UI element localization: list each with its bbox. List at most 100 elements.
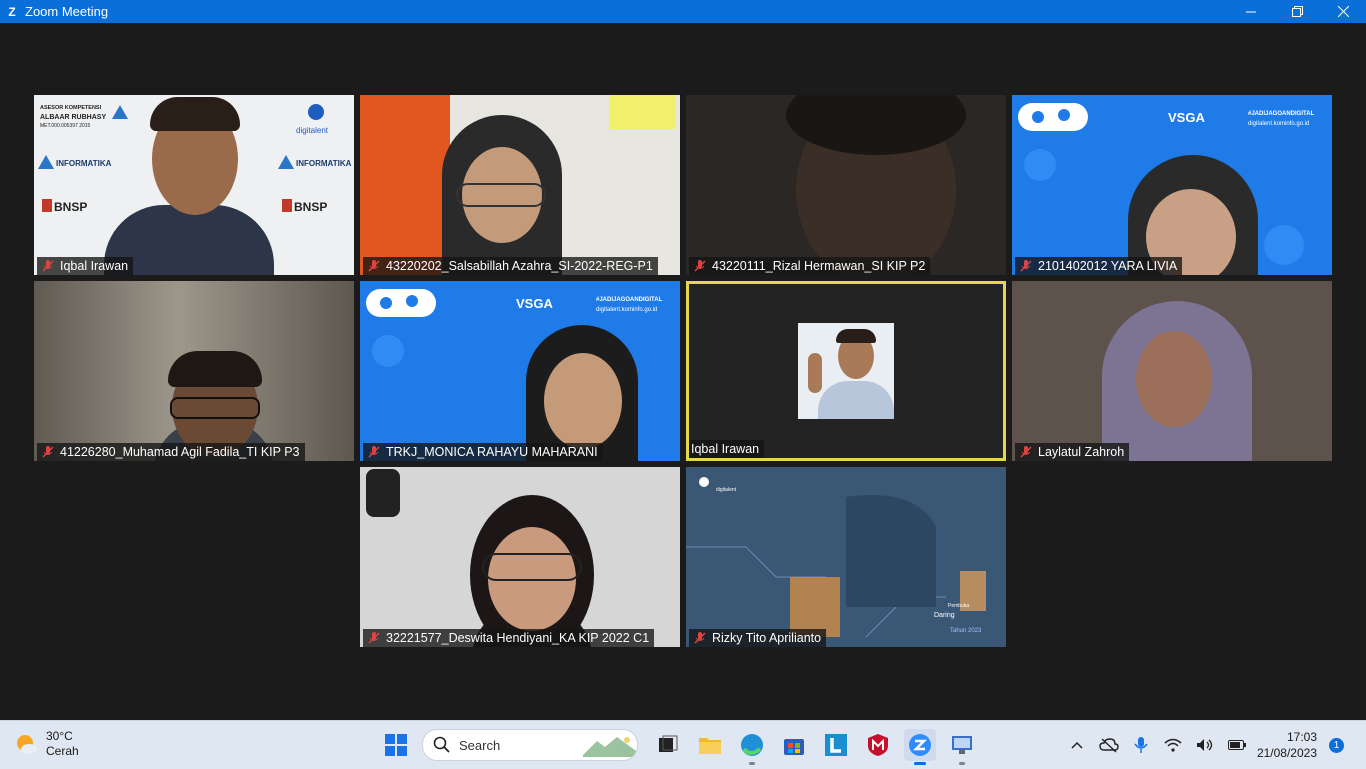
store-button[interactable] — [778, 729, 810, 761]
l-app-icon — [825, 734, 847, 756]
clock-date: 21/08/2023 — [1256, 746, 1317, 760]
video-tile[interactable]: Laylatul Zahroh — [1012, 281, 1332, 461]
close-icon — [1337, 6, 1349, 17]
microphone-button[interactable] — [1129, 733, 1153, 757]
notification-badge[interactable]: 1 — [1329, 737, 1344, 753]
muted-mic-icon — [368, 446, 380, 458]
video-tile[interactable]: 43220111_Rizal Hermawan_SI KIP P2 — [686, 95, 1006, 275]
muted-mic-icon — [1020, 446, 1032, 458]
participant-video — [34, 95, 354, 275]
muted-mic-icon — [694, 260, 706, 272]
taskbar: 30°C Cerah Search 17:03 21/08/2023 1 — [0, 720, 1366, 769]
participant-name-label: 32221577_Deswita Hendiyani_KA KIP 2022 C… — [363, 629, 655, 647]
video-tile[interactable]: digitalent Pembuka Daring Tahun 2023 Riz… — [686, 467, 1006, 647]
participant-name-label: 43220111_Rizal Hermawan_SI KIP P2 — [689, 257, 931, 275]
window-controls — [1228, 0, 1366, 23]
search-placeholder: Search — [459, 737, 501, 753]
video-tile[interactable]: VSGA #JADIJAGOANDIGITAL digitalent.komin… — [360, 281, 680, 461]
profile-photo — [798, 323, 894, 419]
participant-name-label: 43220202_Salsabillah Azahra_SI-2022-REG-… — [363, 257, 658, 275]
taskbar-apps: Search — [380, 729, 988, 765]
active-speaker-tile[interactable]: Iqbal Irawan — [686, 281, 1006, 461]
onedrive-button[interactable] — [1097, 733, 1121, 757]
branded-background: digitalent Pembuka Daring Tahun 2023 — [686, 467, 1006, 647]
weather-temp: 30°C — [46, 729, 73, 743]
participant-video — [360, 95, 680, 275]
task-view-button[interactable] — [652, 729, 684, 761]
participant-name-label: Rizky Tito Aprilianto — [689, 629, 827, 647]
participant-name: 43220202_Salsabillah Azahra_SI-2022-REG-… — [386, 259, 653, 273]
glasses — [456, 183, 546, 207]
muted-mic-icon — [42, 446, 54, 458]
volume-button[interactable] — [1193, 733, 1217, 757]
participant-name: 2101402012 YARA LIVIA — [1038, 259, 1178, 273]
participant-name-label: Laylatul Zahroh — [1015, 443, 1130, 461]
zoom-button[interactable] — [904, 729, 936, 765]
minimize-button[interactable] — [1228, 0, 1274, 23]
video-tile[interactable]: 41226280_Muhamad Agil Fadila_TI KIP P3 — [34, 281, 354, 461]
participant-name: Iqbal Irawan — [60, 259, 129, 273]
search-highlight-icon — [583, 737, 637, 757]
clock-time: 17:03 — [1286, 730, 1317, 744]
digitalent-text: digitalent — [716, 487, 737, 493]
participant-name: TRKJ_MONICA RAHAYU MAHARANI — [386, 445, 598, 459]
glasses — [482, 553, 582, 581]
start-button[interactable] — [380, 729, 412, 761]
wifi-icon — [1164, 738, 1182, 752]
window-title: Zoom Meeting — [25, 4, 109, 19]
participant-name-label: Iqbal Irawan — [37, 257, 134, 275]
running-indicator — [959, 762, 965, 765]
participant-video — [1012, 95, 1332, 275]
event-line-2: Daring — [934, 612, 955, 619]
weather-condition: Cerah — [46, 744, 79, 758]
wifi-button[interactable] — [1161, 733, 1185, 757]
l-app-button[interactable] — [820, 729, 852, 761]
taskbar-search[interactable]: Search — [422, 729, 638, 761]
search-icon — [433, 736, 450, 753]
system-tray: 17:03 21/08/2023 1 — [1065, 721, 1366, 769]
participant-name-label: 41226280_Muhamad Agil Fadila_TI KIP P3 — [37, 443, 305, 461]
muted-mic-icon — [694, 632, 706, 644]
maximize-button[interactable] — [1274, 0, 1320, 23]
store-icon — [784, 739, 804, 755]
clock[interactable]: 17:03 21/08/2023 — [1257, 729, 1317, 761]
edge-icon — [741, 734, 763, 756]
video-tile[interactable]: 43220202_Salsabillah Azahra_SI-2022-REG-… — [360, 95, 680, 275]
weather-text: 30°C Cerah — [46, 729, 79, 759]
mcafee-icon — [868, 734, 888, 756]
participant-name: 43220111_Rizal Hermawan_SI KIP P2 — [712, 259, 926, 273]
edge-button[interactable] — [736, 729, 768, 765]
remote-desktop-button[interactable] — [946, 729, 978, 765]
participant-video — [34, 281, 354, 461]
minimize-icon — [1246, 11, 1256, 12]
zoom-logo-icon: Z — [8, 4, 16, 19]
participant-name-label: Iqbal Irawan — [689, 440, 765, 458]
windows-icon — [385, 734, 407, 756]
microphone-icon — [1134, 737, 1148, 753]
participant-name: Rizky Tito Aprilianto — [712, 631, 822, 645]
running-indicator — [914, 762, 926, 765]
show-hidden-icons-button[interactable] — [1065, 733, 1089, 757]
gallery-view: ASESOR KOMPETENSI ALBAAR RUBHASY MET.000… — [0, 23, 1366, 720]
zoom-icon — [909, 734, 931, 756]
volume-icon — [1196, 739, 1213, 751]
running-indicator — [749, 762, 755, 765]
muted-mic-icon — [368, 632, 380, 644]
sun-cloud-icon — [17, 735, 37, 754]
close-button[interactable] — [1320, 0, 1366, 23]
weather-widget[interactable]: 30°C Cerah — [14, 729, 79, 759]
muted-mic-icon — [368, 260, 380, 272]
mcafee-button[interactable] — [862, 729, 894, 761]
battery-button[interactable] — [1225, 733, 1249, 757]
participant-name: 32221577_Deswita Hendiyani_KA KIP 2022 C… — [386, 631, 650, 645]
file-explorer-button[interactable] — [694, 729, 726, 761]
event-line-1: Pembuka — [948, 603, 969, 609]
video-tile[interactable]: 32221577_Deswita Hendiyani_KA KIP 2022 C… — [360, 467, 680, 647]
participant-name: 41226280_Muhamad Agil Fadila_TI KIP P3 — [60, 445, 300, 459]
video-tile[interactable]: VSGA #JADIJAGOANDIGITAL digitalent.komin… — [1012, 95, 1332, 275]
participant-video — [1012, 281, 1332, 461]
chevron-up-icon — [1071, 741, 1083, 749]
participant-video — [360, 467, 680, 647]
video-tile[interactable]: ASESOR KOMPETENSI ALBAAR RUBHASY MET.000… — [34, 95, 354, 275]
participant-name: Laylatul Zahroh — [1038, 445, 1125, 459]
